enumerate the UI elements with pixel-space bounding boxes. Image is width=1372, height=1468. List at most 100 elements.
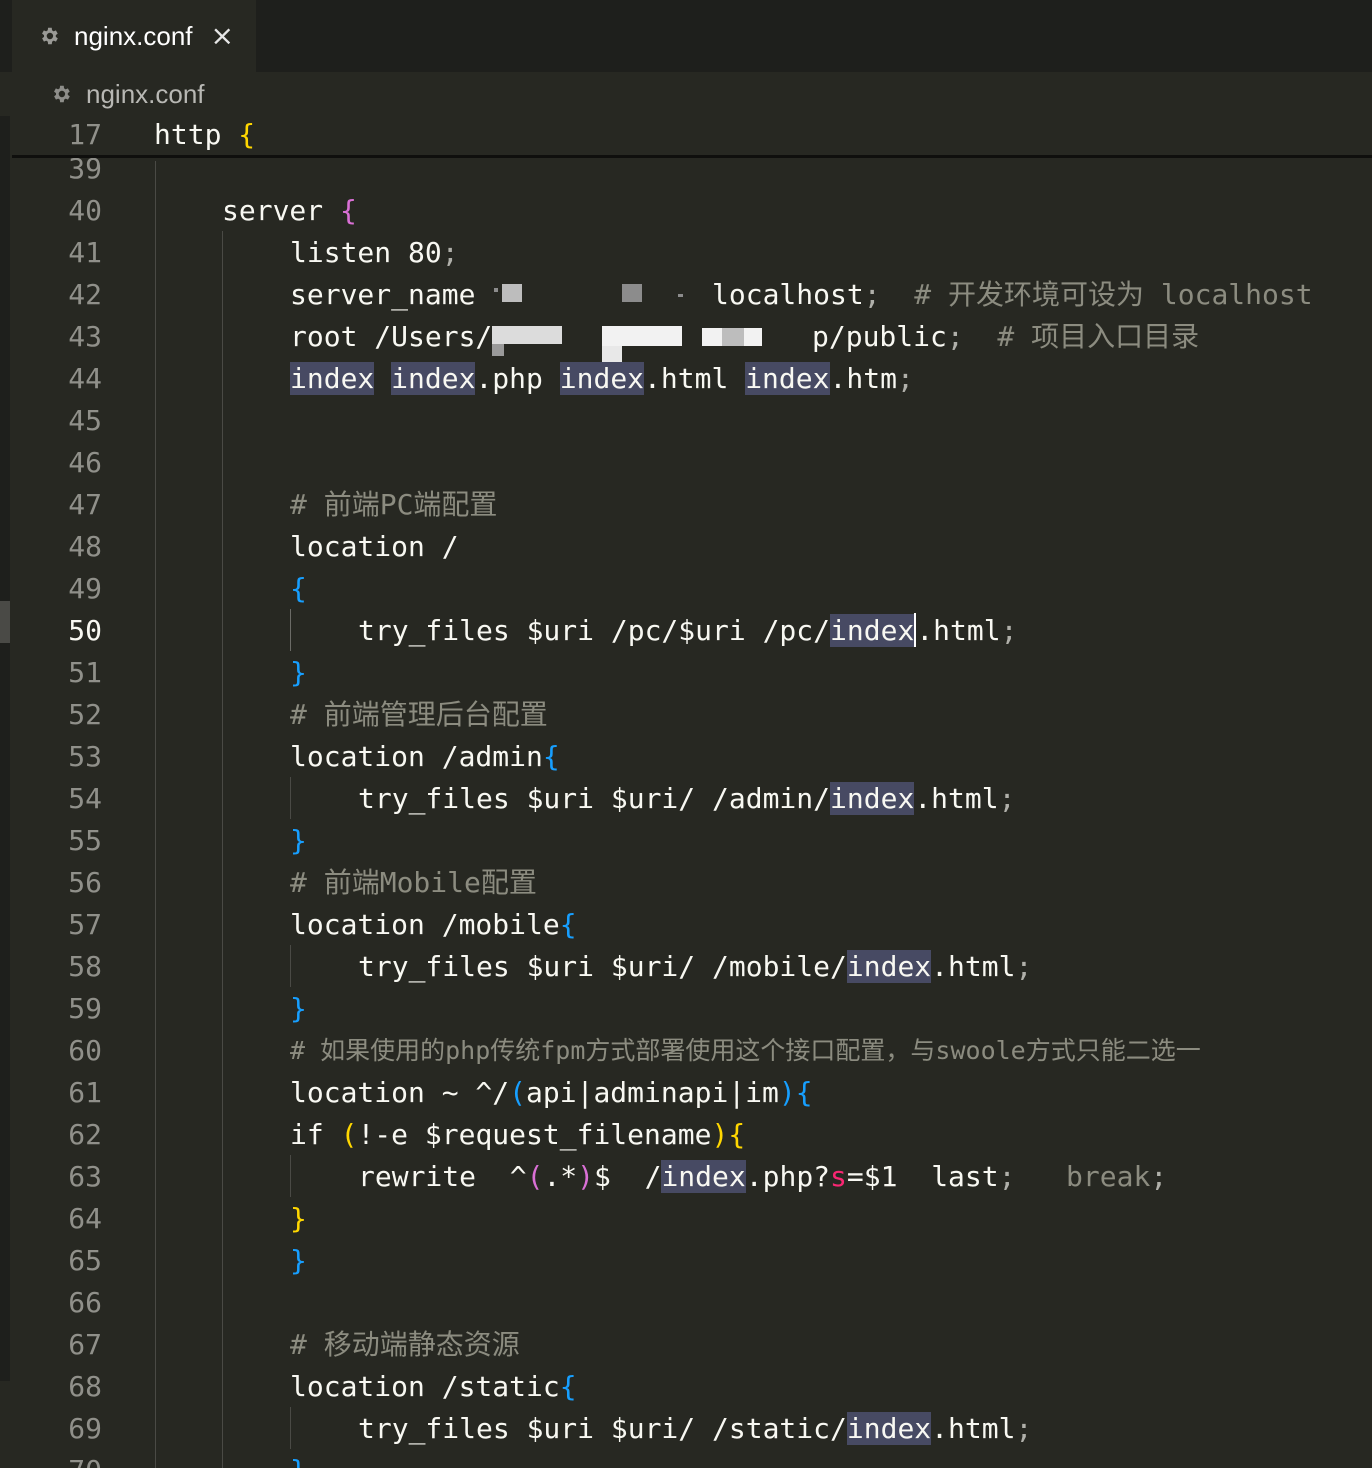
line-number: 69 [68,1412,102,1445]
code-line: 62 if (!-e $request_filename){ [0,1114,1372,1156]
bracket: ) [778,1076,796,1109]
token: location /admin [290,740,543,773]
word-highlight: index [830,614,915,647]
line-number: 52 [68,698,102,731]
token: try_files $uri $uri/ /mobile/ [358,950,847,983]
tab-label: nginx.conf [74,20,193,51]
token: break [1015,1160,1151,1193]
code-line: 63 rewrite ^(.*)$ /index.php?s=$1 last; … [0,1156,1372,1198]
code-text: p/public; # 项目入口目录 [812,316,1199,358]
line-number: 46 [68,446,102,479]
token: server_name [290,278,493,311]
code-line: 52 # 前端管理后台配置 [0,694,1372,736]
bracket: { [559,1370,577,1403]
redaction-block [492,344,504,356]
sticky-code: http { [154,118,255,151]
line-number: 61 [68,1076,102,1109]
line-number: 63 [68,1160,102,1193]
bracket: } [290,656,307,689]
punctuation: ; [1015,1412,1033,1445]
sticky-scroll-header[interactable]: 17 http { [12,116,1372,158]
line-number: 45 [68,404,102,437]
tab-nginx-conf[interactable]: nginx.conf × [12,0,256,72]
line-number: 57 [68,908,102,941]
line-number: 42 [68,278,102,311]
code-text: location /admin{ [290,736,560,778]
code-line: 42 server_name localhost; # 开发环境可设为 loca… [0,274,1372,316]
line-number: 43 [68,320,102,353]
code-line: 65 } [0,1240,1372,1282]
line-number: 70 [0,1450,102,1468]
line-number: 56 [68,866,102,899]
punctuation: ; [946,320,964,353]
token: api|adminapi|im [526,1076,779,1109]
bracket: { [795,1076,813,1109]
punctuation: ; [1150,1160,1168,1193]
word-highlight: index [290,362,375,395]
redaction-block [494,288,498,292]
line-number: 64 [68,1202,102,1235]
breadcrumb-file[interactable]: nginx.conf [86,79,205,110]
token: try_files $uri $uri/ /admin/ [358,782,831,815]
token: root /Users/ [290,320,493,353]
line-number: 44 [68,362,102,395]
punctuation: ; [998,782,1016,815]
gear-icon [54,85,70,103]
redaction-block [492,326,562,344]
code-editor[interactable]: 17 http { 39 40 server { 41 listen 80; 4… [0,116,1372,1468]
line-number: 68 [68,1370,102,1403]
line-number: 41 [68,236,102,269]
close-icon[interactable]: × [211,22,234,50]
bracket: ( [340,1118,358,1151]
code-text: try_files $uri $uri/ /admin/index.html; [358,778,1015,820]
bracket: ) [577,1160,595,1193]
bracket: { [728,1118,746,1151]
code-text: try_files $uri $uri/ /mobile/index.html; [358,946,1032,988]
bracket: ( [526,1160,544,1193]
line-number: 55 [68,824,102,857]
bracket: { [542,740,560,773]
token: .html [931,950,1016,983]
redaction-block [502,284,522,302]
bracket: { [559,908,577,941]
line-number: 49 [68,572,102,605]
code-text: server_name [290,274,492,316]
code-text: location ~ ^/(api|adminapi|im){ [290,1072,813,1114]
word-highlight: index [391,362,476,395]
punctuation: ; [1000,614,1018,647]
code-line: 49 { [0,568,1372,610]
punctuation: ; [998,1160,1016,1193]
token: .htm [829,362,897,395]
token: if [290,1118,341,1151]
line-number: 66 [68,1286,102,1319]
line-number: 17 [68,118,102,151]
code-line: 46 [0,442,1372,484]
code-line: 45 [0,400,1372,442]
breadcrumb: nginx.conf [0,72,1372,116]
punctuation: ; [441,236,459,269]
code-text: listen 80; [290,232,459,274]
token: .php [475,362,560,395]
code-line: 40 server { [0,190,1372,232]
code-line: 64 } [0,1198,1372,1240]
code-line: 53 location /admin{ [0,736,1372,778]
token: rewrite ^ [358,1160,527,1193]
comment: # 开发环境可设为 localhost [880,278,1313,311]
token: =$1 last [846,1160,999,1193]
code-text: if (!-e $request_filename){ [290,1114,745,1156]
word-highlight: index [846,1412,932,1445]
code-line: 55 } [0,820,1372,862]
code-line: 58 try_files $uri $uri/ /mobile/index.ht… [0,946,1372,988]
punctuation: ; [863,278,881,311]
code-line: 60 # 如果使用的php传统fpm方式部署使用这个接口配置，与swoole方式… [0,1030,1372,1072]
word-highlight: index [559,362,645,395]
token: .html [931,1412,1016,1445]
line-number: 50 [68,614,102,647]
punctuation: ; [1015,950,1033,983]
bracket: } [290,824,307,857]
line-number: 65 [68,1244,102,1277]
line-number: 47 [68,488,102,521]
bracket: } [290,1244,307,1277]
code-text: localhost; # 开发环境可设为 localhost [712,274,1313,316]
tab-bar: nginx.conf × [0,0,1372,72]
